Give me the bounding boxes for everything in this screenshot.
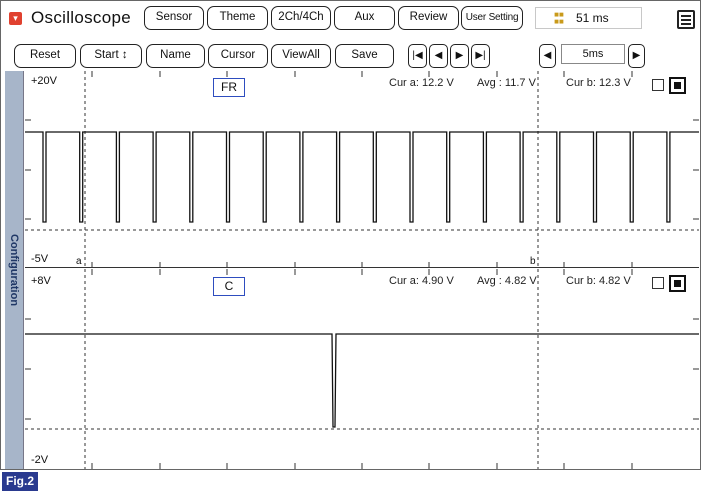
channel-1-toggle[interactable] xyxy=(669,77,686,94)
theme-button[interactable]: Theme xyxy=(207,6,268,30)
channel-2-tag[interactable]: C xyxy=(213,277,245,296)
timebase-field[interactable]: 5ms xyxy=(561,44,625,64)
oscilloscope-window: ▾ Oscilloscope Sensor Theme 2Ch/4Ch Aux … xyxy=(0,0,701,470)
control-toolbar: Reset Start ↕ Name Cursor ViewAll Save |… xyxy=(1,35,701,69)
time-value: 51 ms xyxy=(576,11,609,25)
channel-2-checkbox[interactable] xyxy=(652,277,664,289)
figure-label: Fig.2 xyxy=(2,472,39,491)
step-forward-icon[interactable]: ▶ xyxy=(450,44,469,68)
cursor-b-readout: Cur b: 12.3 V xyxy=(566,77,631,89)
cursor-a-readout: Cur a: 4.90 V xyxy=(389,275,454,287)
channel-2-panel: +8V -2V C Cur a: 4.90 V Avg : 4.82 V Cur… xyxy=(25,269,699,469)
sensor-button[interactable]: Sensor xyxy=(144,6,204,30)
y-max-label: +20V xyxy=(31,75,57,87)
cursor-button[interactable]: Cursor xyxy=(208,44,268,68)
average-readout: Avg : 11.7 V xyxy=(477,77,536,89)
reset-button[interactable]: Reset xyxy=(14,44,76,68)
review-button[interactable]: Review xyxy=(398,6,459,30)
timer-icon: ■■ ■■ xyxy=(554,10,564,26)
name-button[interactable]: Name xyxy=(146,44,205,68)
save-button[interactable]: Save xyxy=(335,44,394,68)
cursor-a-readout: Cur a: 12.2 V xyxy=(389,77,454,89)
channel-1-plot[interactable] xyxy=(25,71,699,268)
channel-2-waveform xyxy=(25,333,699,428)
channel-1-panel: +20V -5V FR Cur a: 12.2 V Avg : 11.7 V C… xyxy=(25,71,699,268)
cursor-a-label[interactable]: a xyxy=(76,256,82,267)
increase-icon[interactable]: ▶ xyxy=(628,44,645,68)
y-min-label: -5V xyxy=(31,253,49,265)
app-title: Oscilloscope xyxy=(31,8,131,27)
app-menu-icon[interactable]: ▾ xyxy=(9,12,22,25)
viewall-button[interactable]: ViewAll xyxy=(271,44,331,68)
skip-end-icon[interactable]: ▶| xyxy=(471,44,490,68)
channel-1-tag[interactable]: FR xyxy=(213,78,245,97)
channel-2-plot[interactable] xyxy=(25,269,699,469)
time-display: ■■ ■■ 51 ms xyxy=(535,7,642,29)
cursor-b-label[interactable]: b xyxy=(530,256,536,267)
decrease-icon[interactable]: ◀ xyxy=(539,44,556,68)
step-back-icon[interactable]: ◀ xyxy=(429,44,448,68)
y-min-label: -2V xyxy=(31,454,49,466)
channel-2-toggle[interactable] xyxy=(669,275,686,292)
y-max-label: +8V xyxy=(31,275,51,287)
skip-start-icon[interactable]: |◀ xyxy=(408,44,427,68)
configuration-label: Configuration xyxy=(8,233,20,307)
cursor-b-readout: Cur b: 4.82 V xyxy=(566,275,631,287)
start-button[interactable]: Start ↕ xyxy=(80,44,142,68)
channel-1-checkbox[interactable] xyxy=(652,79,664,91)
channel-1-waveform xyxy=(25,131,699,223)
window-menu-icon[interactable] xyxy=(677,10,695,29)
configuration-tab[interactable]: Configuration xyxy=(5,71,24,469)
average-readout: Avg : 4.82 V xyxy=(477,275,537,287)
user-setting-button[interactable]: User Setting xyxy=(461,6,523,30)
top-toolbar: ▾ Oscilloscope Sensor Theme 2Ch/4Ch Aux … xyxy=(1,1,701,35)
aux-button[interactable]: Aux xyxy=(334,6,395,30)
channel-mode-button[interactable]: 2Ch/4Ch xyxy=(271,6,331,30)
